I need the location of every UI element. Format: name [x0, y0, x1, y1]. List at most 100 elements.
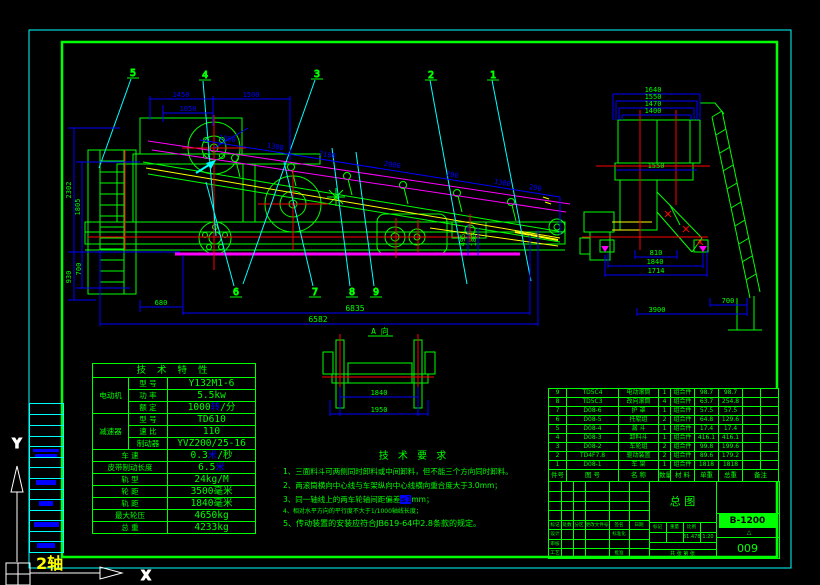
sign-label: 批准 — [609, 550, 629, 556]
bom-cell: 托辊组 — [619, 416, 659, 425]
bom-cell: D08-5 — [567, 416, 619, 425]
balloon-7: 7 — [309, 287, 321, 298]
sign-label: 设计 — [549, 531, 561, 537]
sheet-number: 009 — [716, 539, 779, 558]
spec-value: 110 — [168, 426, 256, 438]
spec-label: 轨 型 — [93, 474, 168, 486]
bom-cell: 98.7 — [695, 389, 719, 398]
tech-requirement-item: 2、两滚筒横向中心线与车架纵向中心线横向重合度大于3.0mm； — [283, 479, 545, 493]
dim-label: 180 — [470, 234, 478, 247]
spec-label: 速 比 — [129, 426, 168, 438]
bom-cell: 64.8 — [695, 416, 719, 425]
bom-cell: 416.1 — [695, 434, 719, 443]
spec-value: 5.5kw — [168, 390, 256, 402]
dim-label: 700 — [75, 263, 83, 276]
dim-label: 1450 — [173, 91, 190, 99]
bom-cell: 1 — [659, 407, 671, 416]
dim-label: 1400 — [645, 107, 662, 115]
info-header: 标记 — [649, 524, 666, 530]
balloon-3: 3 — [311, 69, 323, 80]
spec-value: YVZ200/25-16 — [168, 438, 256, 450]
bom-cell: 179.2 — [719, 452, 743, 461]
dim-label: 1805 — [74, 199, 82, 216]
spec-group: 减速器 — [93, 414, 129, 450]
bom-cell: 组合件 — [671, 398, 695, 407]
tech-requirements: 技 术 要 求 1、三面料斗可两侧同时卸料或中间卸料，但不能三个方向同时卸料。 … — [283, 447, 545, 530]
dim-label: 680 — [155, 299, 168, 307]
dim-label: 700 — [722, 297, 735, 305]
ucs-y-label: Y — [11, 437, 22, 452]
dim-label: 1950 — [371, 406, 388, 414]
bom-cell: 漏 斗 — [619, 425, 659, 434]
aux-yellow-lines — [146, 168, 652, 246]
bom-cell: 2 — [659, 443, 671, 452]
bom-cell: D08-2 — [567, 443, 619, 452]
bom-cell: 3 — [549, 443, 567, 452]
highlighted-text-block — [37, 543, 55, 548]
bom-header: 单重 — [695, 470, 719, 482]
bom-cell: 护 罩 — [619, 407, 659, 416]
bom-cell: 车轮组 — [619, 443, 659, 452]
sign-label: 工艺 — [549, 550, 561, 556]
bom-cell: 组合件 — [671, 407, 695, 416]
bom-cell: 5 — [549, 425, 567, 434]
dim-label: 6582 — [308, 315, 327, 324]
bom-cell: 99.8 — [695, 443, 719, 452]
balloon-5: 5 — [127, 68, 139, 79]
rev-header: 日期 — [629, 522, 649, 528]
bom-cell: 1 — [659, 434, 671, 443]
bom-cell: 组合件 — [671, 443, 695, 452]
svg-text:9: 9 — [373, 287, 379, 298]
rev-header: 签名 — [609, 522, 629, 528]
rev-header: 标记 — [549, 522, 561, 528]
selected-text[interactable]: ≤1 — [400, 495, 411, 504]
bom-cell: 2 — [549, 452, 567, 461]
bom-cell: 组合件 — [671, 425, 695, 434]
balloon-4: 4 — [199, 70, 211, 81]
tech-requirement-item: 3、同一轴线上的两车轮轴间距偏差≤1mm； — [283, 493, 545, 507]
spec-label: 车 速 — [93, 450, 168, 462]
bom-cell — [743, 425, 761, 434]
svg-text:2: 2 — [428, 70, 434, 81]
bom-cell: 199.6 — [719, 443, 743, 452]
bom-table: 9TD5C4电动滚筒1组合件98.798.7 8TD5C3改向滚筒4组合件63.… — [548, 388, 779, 482]
bom-cell — [743, 443, 761, 452]
bom-cell: 416.1 — [719, 434, 743, 443]
bom-cell: 57.5 — [719, 407, 743, 416]
bom-cell: 63.7 — [695, 398, 719, 407]
spec-label: 型 号 — [129, 414, 168, 426]
bom-cell: 2 — [659, 452, 671, 461]
bom-cell — [743, 398, 761, 407]
bom-cell: 129.6 — [719, 416, 743, 425]
spec-value: TD610 — [168, 414, 256, 426]
bom-cell: 7 — [549, 407, 567, 416]
bom-cell: 254.8 — [719, 398, 743, 407]
drawing-name: 总 图 — [649, 490, 716, 514]
bom-header: 材 料 — [671, 470, 695, 482]
bom-cell: TD5C4 — [567, 389, 619, 398]
dim-label: 1714 — [648, 267, 665, 275]
detail-view-label: A 向 — [371, 326, 389, 336]
info-header: 比例 — [683, 524, 700, 530]
dim-label: 1050 — [180, 105, 197, 113]
bom-cell: 8 — [549, 398, 567, 407]
svg-text:3: 3 — [314, 69, 320, 80]
model-number[interactable]: B-1200 — [719, 514, 776, 528]
spec-label: 轨 距 — [93, 498, 168, 510]
dim-label: 930 — [65, 271, 73, 284]
bom-cell — [743, 452, 761, 461]
bom-cell: 17.4 — [719, 425, 743, 434]
spec-label: 最大轮压 — [93, 510, 168, 522]
bom-cell: 卸料斗 — [619, 434, 659, 443]
bom-cell — [761, 443, 779, 452]
dim-label: 1550 — [648, 162, 665, 170]
revision-mark: △ — [739, 529, 759, 536]
spec-table: 技 术 特 性 电动机 型 号 Y132M1-6 功 率 5.5kw 额 定 1… — [92, 363, 256, 534]
highlighted-text-block — [36, 480, 56, 485]
bom-cell: 89.6 — [695, 452, 719, 461]
bom-cell — [761, 425, 779, 434]
bom-cell: 1 — [659, 425, 671, 434]
dim-label: 1500 — [243, 91, 260, 99]
bom-cell — [761, 389, 779, 398]
spec-value: 6.5米 — [168, 462, 256, 474]
